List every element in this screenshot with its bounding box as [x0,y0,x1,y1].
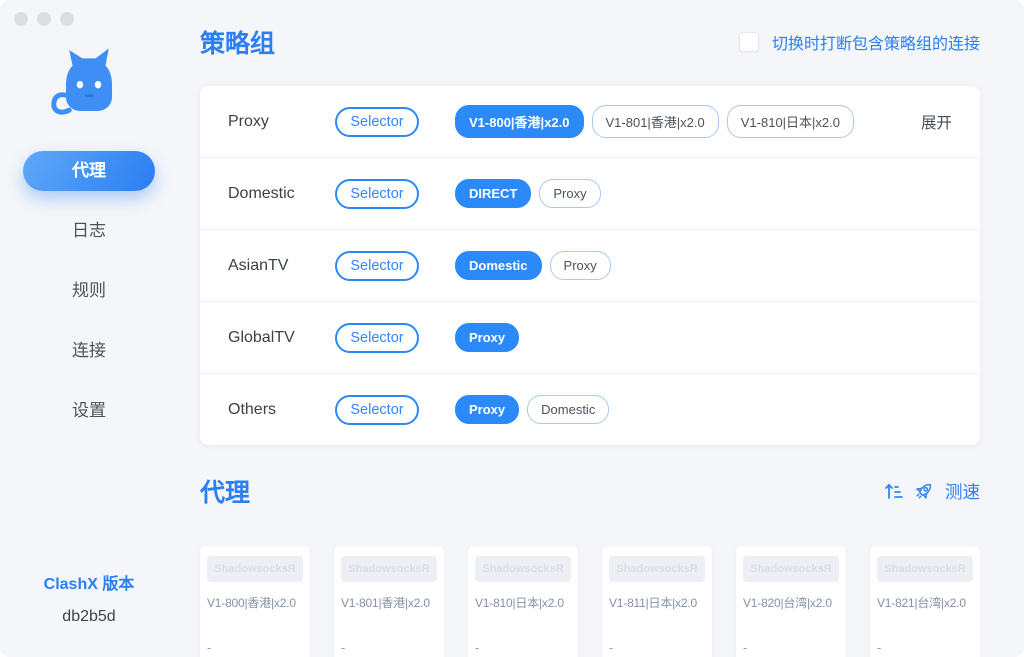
break-connections-checkbox[interactable] [739,32,759,52]
proxy-name: V1-810|日本|x2.0 [475,594,571,611]
proxy-type-badge: ShadowsocksR [475,556,571,582]
group-name: Others [228,401,335,419]
proxy-card-grid: ShadowsocksR V1-800|香港|x2.0 - Shadowsock… [200,546,980,657]
proxy-type-badge: ShadowsocksR [609,556,705,582]
proxy-option[interactable]: Proxy [455,323,519,352]
sort-ascending-icon[interactable] [883,481,903,501]
sidebar-item-connections[interactable]: 连接 [23,331,155,371]
proxy-name: V1-801|香港|x2.0 [341,594,437,611]
proxy-option[interactable]: V1-801|香港|x2.0 [592,105,719,138]
proxy-latency: - [743,640,839,655]
group-type-badge: Selector [335,251,419,281]
group-name: GlobalTV [228,329,335,347]
version-info: ClashX 版本 db2b5d [0,570,178,626]
policy-group-row-globaltv: GlobalTV Selector Proxy [200,301,980,373]
policy-group-row-proxy: Proxy Selector V1-800|香港|x2.0 V1-801|香港|… [200,86,980,157]
group-type-badge: Selector [335,323,419,353]
break-connections-label: 切换时打断包含策略组的连接 [772,30,980,54]
policy-group-row-asiantv: AsianTV Selector Domestic Proxy [200,229,980,301]
proxy-option[interactable]: Domestic [527,395,609,424]
expand-link[interactable]: 展开 [921,111,952,133]
policy-group-row-others: Others Selector Proxy Domestic [200,373,980,445]
proxy-card[interactable]: ShadowsocksR V1-801|香港|x2.0 - [334,546,444,657]
group-type-badge: Selector [335,107,419,137]
sidebar-item-proxies[interactable]: 代理 [23,151,155,191]
group-name: Proxy [228,113,335,131]
sidebar-item-settings[interactable]: 设置 [23,391,155,431]
proxy-card[interactable]: ShadowsocksR V1-810|日本|x2.0 - [468,546,578,657]
proxy-name: V1-820|台湾|x2.0 [743,594,839,611]
proxy-latency: - [877,640,973,655]
proxy-option[interactable]: V1-800|香港|x2.0 [455,105,584,138]
version-label[interactable]: ClashX 版本 [0,570,178,594]
proxy-option[interactable]: Domestic [455,251,542,280]
proxy-option[interactable]: V1-810|日本|x2.0 [727,105,854,138]
proxy-option[interactable]: DIRECT [455,179,531,208]
proxy-name: V1-800|香港|x2.0 [207,594,303,611]
proxy-type-badge: ShadowsocksR [877,556,973,582]
group-type-badge: Selector [335,395,419,425]
minimize-window-icon[interactable] [37,12,51,26]
speedtest-button[interactable]: 测速 [945,479,980,504]
group-type-badge: Selector [335,179,419,209]
policy-groups-title: 策略组 [200,24,275,60]
proxy-latency: - [475,640,571,655]
proxy-card[interactable]: ShadowsocksR V1-821|台湾|x2.0 - [870,546,980,657]
window-controls [14,12,74,26]
proxy-card[interactable]: ShadowsocksR V1-811|日本|x2.0 - [602,546,712,657]
sidebar-item-logs[interactable]: 日志 [23,211,155,251]
sidebar: 代理 日志 规则 连接 设置 ClashX 版本 db2b5d [0,0,178,657]
proxy-type-badge: ShadowsocksR [341,556,437,582]
proxy-latency: - [341,640,437,655]
policy-group-row-domestic: Domestic Selector DIRECT Proxy [200,157,980,229]
proxy-name: V1-821|台湾|x2.0 [877,594,973,611]
sidebar-item-rules[interactable]: 规则 [23,271,155,311]
proxy-card[interactable]: ShadowsocksR V1-800|香港|x2.0 - [200,546,310,657]
proxy-card[interactable]: ShadowsocksR V1-820|台湾|x2.0 - [736,546,846,657]
policy-groups-card: Proxy Selector V1-800|香港|x2.0 V1-801|香港|… [200,86,980,445]
clashx-cat-logo [46,46,132,125]
close-window-icon[interactable] [14,12,28,26]
proxies-title: 代理 [200,473,250,509]
zoom-window-icon[interactable] [60,12,74,26]
proxy-type-badge: ShadowsocksR [207,556,303,582]
proxy-option[interactable]: Proxy [455,395,519,424]
group-name: AsianTV [228,257,335,275]
version-value: db2b5d [0,608,178,626]
proxy-type-badge: ShadowsocksR [743,556,839,582]
proxy-name: V1-811|日本|x2.0 [609,594,705,611]
proxy-option[interactable]: Proxy [550,251,611,280]
rocket-icon[interactable] [913,480,935,502]
proxy-latency: - [207,640,303,655]
proxy-option[interactable]: Proxy [539,179,600,208]
sidebar-menu: 代理 日志 规则 连接 设置 [0,151,178,451]
group-name: Domestic [228,185,335,203]
main-content: 策略组 切换时打断包含策略组的连接 Proxy Selector V1-800|… [178,0,1024,657]
clashx-dashboard-window: 代理 日志 规则 连接 设置 ClashX 版本 db2b5d 策略组 切换时打… [0,0,1024,657]
proxy-latency: - [609,640,705,655]
